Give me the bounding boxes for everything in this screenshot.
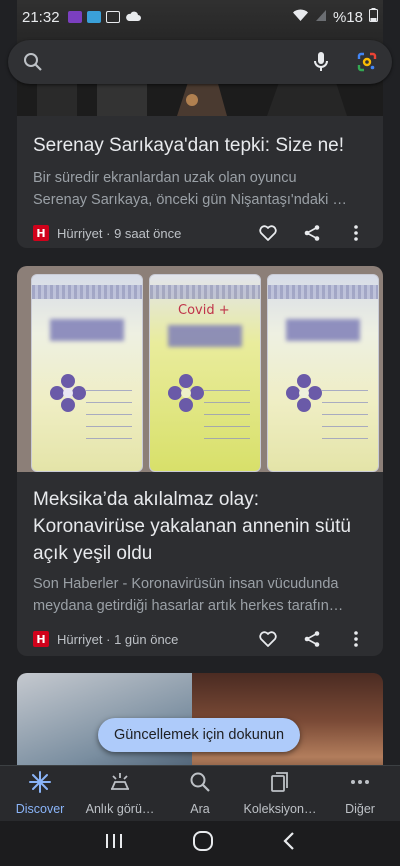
news-snippet-line: Serenay Sarıkaya, önceki gün Nişantaşı'n… bbox=[33, 192, 347, 208]
news-snippet-line: Son Haberler - Koronavirüsün insan vücud… bbox=[33, 576, 339, 592]
status-right: %18 bbox=[292, 8, 378, 26]
meta-separator: · bbox=[102, 225, 115, 241]
nav-discover[interactable]: Discover bbox=[0, 766, 80, 821]
cloud-icon bbox=[125, 9, 141, 26]
milk-bag-image bbox=[267, 274, 379, 472]
microphone-icon[interactable] bbox=[310, 51, 332, 73]
nav-updates[interactable]: Anlık görü… bbox=[80, 766, 160, 821]
notification-icons bbox=[67, 9, 141, 26]
more-icon bbox=[349, 771, 371, 798]
back-icon[interactable] bbox=[282, 831, 296, 856]
status-bar: 21:32 %18 bbox=[0, 0, 400, 34]
collections-icon bbox=[269, 771, 291, 798]
gallery-notification-icon bbox=[105, 11, 120, 23]
news-headline-line[interactable]: Koronavirüse yakalanan annenin sütü bbox=[17, 513, 383, 540]
search-icon bbox=[22, 51, 44, 73]
hurriyet-logo-icon: H bbox=[33, 631, 49, 647]
status-time: 21:32 bbox=[22, 8, 60, 26]
news-snippet-line: meydana getirdiği hasarlar artık herkes … bbox=[33, 598, 344, 614]
share-icon[interactable] bbox=[301, 222, 323, 244]
search-icon bbox=[189, 771, 211, 798]
milk-bag-image bbox=[31, 274, 143, 472]
more-vert-icon[interactable] bbox=[345, 222, 367, 244]
nav-collections[interactable]: Koleksiyon… bbox=[240, 766, 320, 821]
bottom-navigation: Discover Anlık görü… Ara Koleksiyon… Diğ… bbox=[0, 765, 400, 821]
app-notification-icon bbox=[67, 11, 82, 23]
news-source: Hürriyet bbox=[57, 631, 103, 647]
nav-label: Koleksiyon… bbox=[243, 802, 317, 816]
nav-label: Ara bbox=[190, 802, 210, 816]
refresh-button[interactable]: Güncellemek için dokunun bbox=[98, 718, 300, 752]
news-source: Hürriyet bbox=[57, 225, 103, 241]
recent-apps-icon[interactable] bbox=[104, 832, 124, 855]
signal-icon bbox=[315, 9, 327, 26]
news-card[interactable]: Serenay Sarıkaya'dan tepki: Size ne! Bir… bbox=[17, 0, 383, 248]
milk-bag-image: Covid + bbox=[149, 274, 261, 472]
lens-icon[interactable] bbox=[356, 51, 378, 73]
game-notification-icon bbox=[86, 11, 101, 23]
search-bar[interactable] bbox=[8, 40, 392, 84]
news-meta: H Hürriyet · 1 gün önce bbox=[17, 625, 383, 653]
system-navigation bbox=[0, 821, 400, 866]
news-time: 1 gün önce bbox=[114, 631, 179, 647]
news-time: 9 saat önce bbox=[114, 225, 182, 241]
more-vert-icon[interactable] bbox=[345, 628, 367, 650]
share-icon[interactable] bbox=[301, 628, 323, 650]
news-headline[interactable]: Serenay Sarıkaya'dan tepki: Size ne! bbox=[17, 132, 383, 159]
image-covid-text: Covid + bbox=[178, 303, 230, 318]
updates-icon bbox=[109, 771, 131, 798]
discover-icon bbox=[29, 771, 51, 798]
nav-search[interactable]: Ara bbox=[160, 766, 240, 821]
battery-icon bbox=[369, 8, 378, 26]
nav-more[interactable]: Diğer bbox=[320, 766, 400, 821]
hurriyet-logo-icon: H bbox=[33, 225, 49, 241]
news-image: Covid + bbox=[17, 266, 383, 472]
heart-icon[interactable] bbox=[257, 222, 279, 244]
nav-label: Diğer bbox=[345, 802, 375, 816]
news-headline-line[interactable]: Meksika’da akılalmaz olay: bbox=[17, 486, 383, 513]
meta-separator: · bbox=[102, 631, 115, 647]
news-card[interactable]: Covid + Meksika’da akılalmaz olay: Koron… bbox=[17, 266, 383, 656]
news-headline-line[interactable]: açık yeşil oldu bbox=[17, 540, 383, 567]
nav-label: Anlık görü… bbox=[85, 802, 155, 816]
nav-label: Discover bbox=[15, 802, 65, 816]
battery-text: %18 bbox=[332, 8, 363, 26]
heart-icon[interactable] bbox=[257, 628, 279, 650]
news-snippet-line: Bir süredir ekranlardan uzak olan oyuncu bbox=[33, 170, 297, 186]
home-icon[interactable] bbox=[192, 830, 214, 857]
news-actions bbox=[257, 628, 367, 650]
news-actions bbox=[257, 222, 367, 244]
wifi-icon bbox=[292, 8, 309, 26]
news-meta: H Hürriyet · 9 saat önce bbox=[17, 219, 383, 247]
